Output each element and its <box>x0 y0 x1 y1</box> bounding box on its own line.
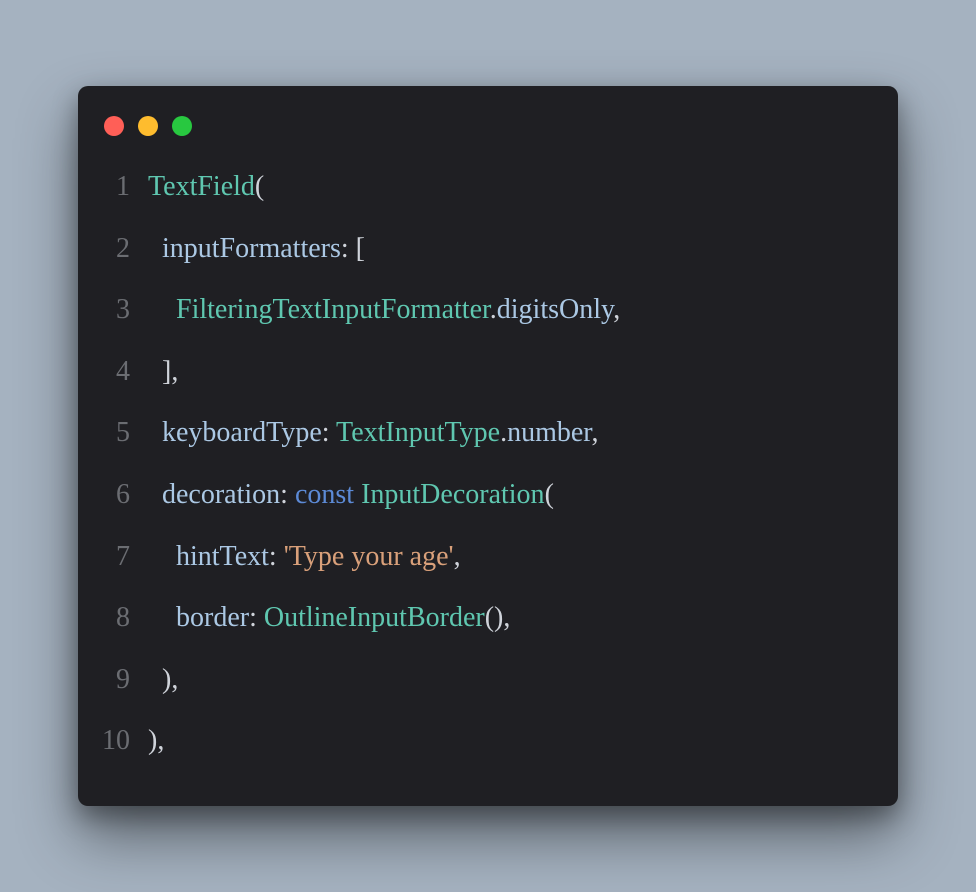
code-line: 10), <box>100 710 868 772</box>
code-token-punct: ], <box>148 356 178 387</box>
code-token-type: FilteringTextInputFormatter <box>176 294 490 325</box>
code-token-type: TextInputType <box>336 417 500 448</box>
zoom-icon[interactable] <box>172 116 192 136</box>
close-icon[interactable] <box>104 116 124 136</box>
code-line: 9 ), <box>100 649 868 711</box>
line-number: 7 <box>100 526 148 588</box>
code-token-punct: , <box>592 417 599 448</box>
window-traffic-lights <box>100 112 868 156</box>
code-token-punct <box>148 479 162 510</box>
line-number: 2 <box>100 218 148 280</box>
line-number: 9 <box>100 649 148 711</box>
code-token-punct: ), <box>148 664 178 695</box>
code-line-content: inputFormatters: [ <box>148 218 365 280</box>
line-number: 4 <box>100 341 148 403</box>
code-token-ident: hintText <box>176 541 269 572</box>
code-line-content: ], <box>148 341 178 403</box>
code-line: 4 ], <box>100 341 868 403</box>
code-token-ident: digitsOnly <box>497 294 613 325</box>
code-token-punct: (), <box>485 602 511 633</box>
line-number: 10 <box>100 710 148 772</box>
code-line: 7 hintText: 'Type your age', <box>100 526 868 588</box>
code-token-ident: border <box>176 602 249 633</box>
code-token-type: TextField <box>148 171 255 202</box>
code-token-keyword: const <box>295 479 354 510</box>
code-line-content: keyboardType: TextInputType.number, <box>148 402 599 464</box>
code-token-type: OutlineInputBorder <box>264 602 485 633</box>
code-token-punct: : [ <box>341 233 365 264</box>
code-line: 8 border: OutlineInputBorder(), <box>100 587 868 649</box>
code-token-punct <box>148 294 176 325</box>
code-block: 1TextField(2 inputFormatters: [3 Filteri… <box>100 156 868 772</box>
line-number: 5 <box>100 402 148 464</box>
code-token-punct <box>148 417 162 448</box>
code-token-punct <box>354 479 361 510</box>
code-token-punct: : <box>280 479 295 510</box>
code-token-ident: number <box>507 417 591 448</box>
code-line-content: FilteringTextInputFormatter.digitsOnly, <box>148 279 620 341</box>
code-token-punct <box>148 602 176 633</box>
code-line-content: ), <box>148 649 178 711</box>
code-token-ident: decoration <box>162 479 280 510</box>
code-token-punct: ( <box>545 479 554 510</box>
code-token-punct: , <box>454 541 461 572</box>
code-line: 2 inputFormatters: [ <box>100 218 868 280</box>
code-line-content: decoration: const InputDecoration( <box>148 464 554 526</box>
code-token-ident: inputFormatters <box>162 233 341 264</box>
code-token-ident: keyboardType <box>162 417 322 448</box>
line-number: 1 <box>100 156 148 218</box>
code-token-punct: ( <box>255 171 264 202</box>
code-line: 3 FilteringTextInputFormatter.digitsOnly… <box>100 279 868 341</box>
code-line: 6 decoration: const InputDecoration( <box>100 464 868 526</box>
code-line: 1TextField( <box>100 156 868 218</box>
code-token-punct <box>148 541 176 572</box>
line-number: 6 <box>100 464 148 526</box>
code-line: 5 keyboardType: TextInputType.number, <box>100 402 868 464</box>
code-token-string: 'Type your age' <box>284 541 454 572</box>
code-token-punct: , <box>613 294 620 325</box>
code-token-punct: : <box>322 417 336 448</box>
code-token-punct: : <box>249 602 264 633</box>
code-line-content: border: OutlineInputBorder(), <box>148 587 510 649</box>
minimize-icon[interactable] <box>138 116 158 136</box>
code-line-content: TextField( <box>148 156 264 218</box>
code-line-content: hintText: 'Type your age', <box>148 526 461 588</box>
line-number: 8 <box>100 587 148 649</box>
code-token-punct <box>148 233 162 264</box>
code-token-type: InputDecoration <box>361 479 545 510</box>
code-token-punct: . <box>490 294 497 325</box>
page-background: 1TextField(2 inputFormatters: [3 Filteri… <box>0 0 976 892</box>
code-window: 1TextField(2 inputFormatters: [3 Filteri… <box>78 86 898 806</box>
code-token-punct: ), <box>148 725 164 756</box>
line-number: 3 <box>100 279 148 341</box>
code-token-punct: : <box>269 541 284 572</box>
code-line-content: ), <box>148 710 164 772</box>
